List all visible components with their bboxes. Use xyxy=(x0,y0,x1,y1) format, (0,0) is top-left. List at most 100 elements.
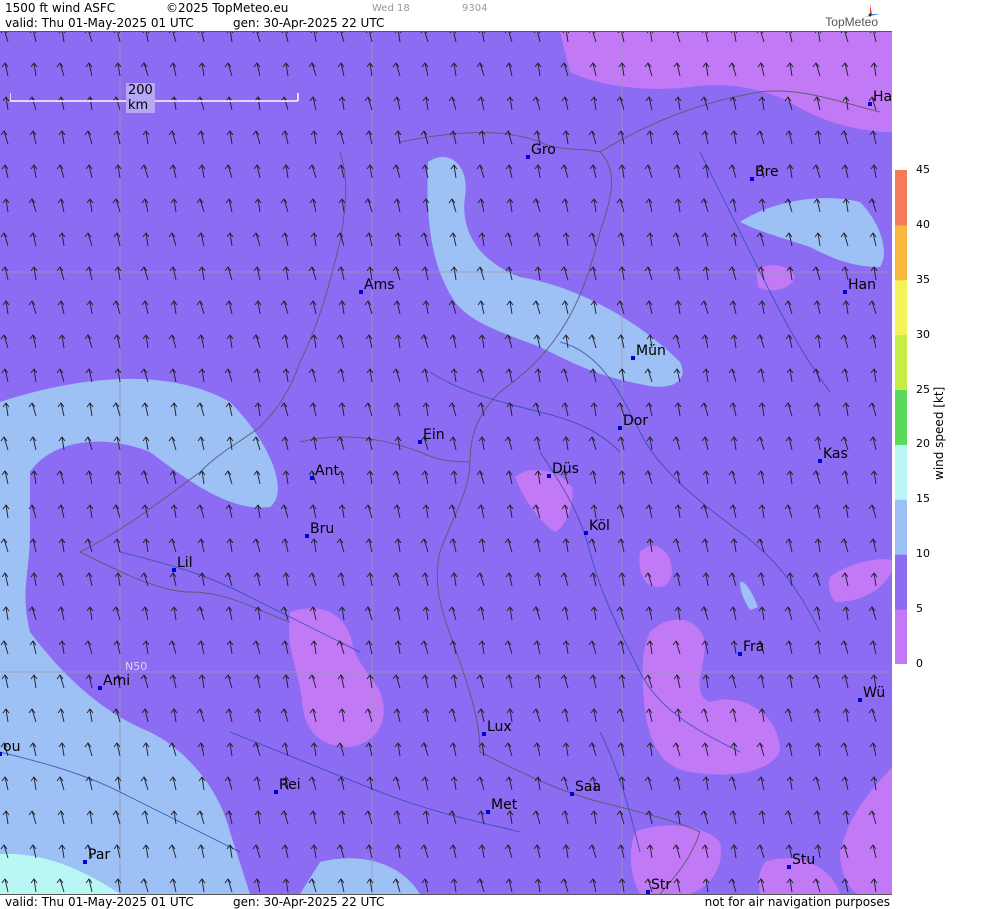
city-label: Met xyxy=(491,797,518,813)
city-dot xyxy=(274,790,278,794)
legend-title: wind speed [kt] xyxy=(932,386,946,480)
city-dot xyxy=(618,426,622,430)
legend-tick-label: 0 xyxy=(916,657,923,670)
legend-swatch xyxy=(895,554,907,610)
city-label: Saa xyxy=(575,779,601,795)
city-label: Ams xyxy=(364,277,395,293)
city-dot xyxy=(858,698,862,702)
city-dot xyxy=(843,290,847,294)
city-label: Wü xyxy=(863,685,885,701)
city-dot xyxy=(482,732,486,736)
legend-tick-label: 45 xyxy=(916,163,930,176)
legend-swatch xyxy=(895,224,907,281)
map-title: 1500 ft wind ASFC xyxy=(5,1,116,15)
city-dot xyxy=(172,568,176,572)
wind-speed-legend: 45 40 35 30 25 20 15 10 5 0 wind speed [kt] xyxy=(892,0,983,909)
city-marker[interactable]: Par xyxy=(83,847,110,864)
city-dot xyxy=(310,476,314,480)
city-label: Gro xyxy=(531,142,556,158)
wind-map[interactable]: Ha Gro Bre Ams Han Mün Ein Dor Kas Ant Düs Bru Köl Li… xyxy=(0,32,892,894)
legend-swatch xyxy=(895,389,907,445)
legend-tick-label: 20 xyxy=(916,437,930,451)
city-marker[interactable]: Ami xyxy=(98,673,130,690)
city-dot xyxy=(547,474,551,478)
city-label: Dor xyxy=(623,413,648,429)
city-label: Fra xyxy=(743,639,764,655)
scale-label: 200 km xyxy=(126,83,155,113)
city-label: Lux xyxy=(487,719,512,735)
header-extra-1: Wed 18 xyxy=(372,3,410,14)
city-marker[interactable]: ou xyxy=(0,739,20,756)
city-marker[interactable]: Dor xyxy=(618,413,648,430)
footer-gen-time: gen: 30-Apr-2025 22 UTC xyxy=(233,895,385,909)
city-marker[interactable]: Bru xyxy=(305,521,334,538)
city-dot xyxy=(83,860,87,864)
legend-tick-label: 40 xyxy=(916,217,930,231)
legend-tick-label: 5 xyxy=(916,602,923,616)
city-dot xyxy=(584,531,588,535)
city-label: Mün xyxy=(636,343,666,359)
valid-time: valid: Thu 01-May-2025 01 UTC xyxy=(5,16,194,30)
legend-swatch xyxy=(895,499,907,555)
header-bar: 1500 ft wind ASFC ©2025 TopMeteo.eu Wed … xyxy=(0,0,892,32)
legend-swatch xyxy=(895,609,907,664)
city-label: Han xyxy=(848,277,876,293)
city-marker[interactable]: Stu xyxy=(787,852,815,869)
copyright-text: ©2025 TopMeteo.eu xyxy=(166,1,289,15)
city-marker[interactable]: Ant xyxy=(310,463,339,480)
city-marker[interactable]: Bre xyxy=(750,164,779,181)
city-label: Ami xyxy=(103,673,130,689)
legend-color-bar xyxy=(895,170,907,664)
city-dot xyxy=(750,177,754,181)
legend-swatch xyxy=(895,170,907,226)
footer-notice: not for air navigation purposes xyxy=(704,895,890,909)
city-label: Par xyxy=(88,847,110,863)
header-extra-2: 9304 xyxy=(462,3,488,14)
city-dot xyxy=(486,810,490,814)
logo-text: TopMeteo xyxy=(825,15,878,29)
city-label: Düs xyxy=(552,461,579,477)
city-marker[interactable]: Düs xyxy=(547,461,579,478)
legend-tick-label: 15 xyxy=(916,492,930,506)
city-label: Bru xyxy=(310,521,334,537)
legend-tick-label: 30 xyxy=(916,327,930,341)
city-dot xyxy=(418,440,422,444)
city-label: Ein xyxy=(423,427,445,443)
city-marker[interactable]: Han xyxy=(843,277,876,294)
city-label: Kas xyxy=(823,446,848,462)
city-label: Köl xyxy=(589,518,610,534)
city-dot xyxy=(526,155,530,159)
city-dot xyxy=(570,792,574,796)
city-dot xyxy=(787,865,791,869)
city-dot xyxy=(305,534,309,538)
city-marker[interactable]: Saa xyxy=(570,779,601,796)
city-marker[interactable]: Mün xyxy=(631,343,666,360)
city-marker[interactable]: Gro xyxy=(526,142,556,159)
city-dot xyxy=(0,752,2,756)
map-canvas: Ha Gro Bre Ams Han Mün Ein Dor Kas Ant Düs Bru Köl Li… xyxy=(0,32,892,894)
city-dot xyxy=(818,459,822,463)
city-dot xyxy=(631,356,635,360)
city-label: Lil xyxy=(177,555,193,571)
legend-tick-label: 10 xyxy=(916,547,930,561)
latitude-label: N50 xyxy=(125,660,147,673)
city-marker[interactable]: Met xyxy=(486,797,518,814)
city-label: Rei xyxy=(279,777,301,793)
city-marker[interactable]: Kas xyxy=(818,446,848,463)
city-dot xyxy=(868,102,872,106)
city-marker[interactable]: Ams xyxy=(359,277,395,294)
city-marker[interactable]: Lux xyxy=(482,719,512,736)
legend-swatch xyxy=(895,279,907,336)
city-dot xyxy=(359,290,363,294)
city-label: Stu xyxy=(792,852,815,868)
city-label: ou xyxy=(3,739,20,755)
legend-swatch xyxy=(895,334,907,391)
city-label: Ha xyxy=(873,89,892,105)
legend-tick-label: 35 xyxy=(916,272,930,286)
footer-valid-time: valid: Thu 01-May-2025 01 UTC xyxy=(5,895,194,909)
city-dot xyxy=(738,652,742,656)
city-marker[interactable]: Wü xyxy=(858,685,885,702)
legend-tick-label: 25 xyxy=(916,382,930,396)
legend-swatch xyxy=(895,444,907,500)
city-dot xyxy=(98,686,102,690)
